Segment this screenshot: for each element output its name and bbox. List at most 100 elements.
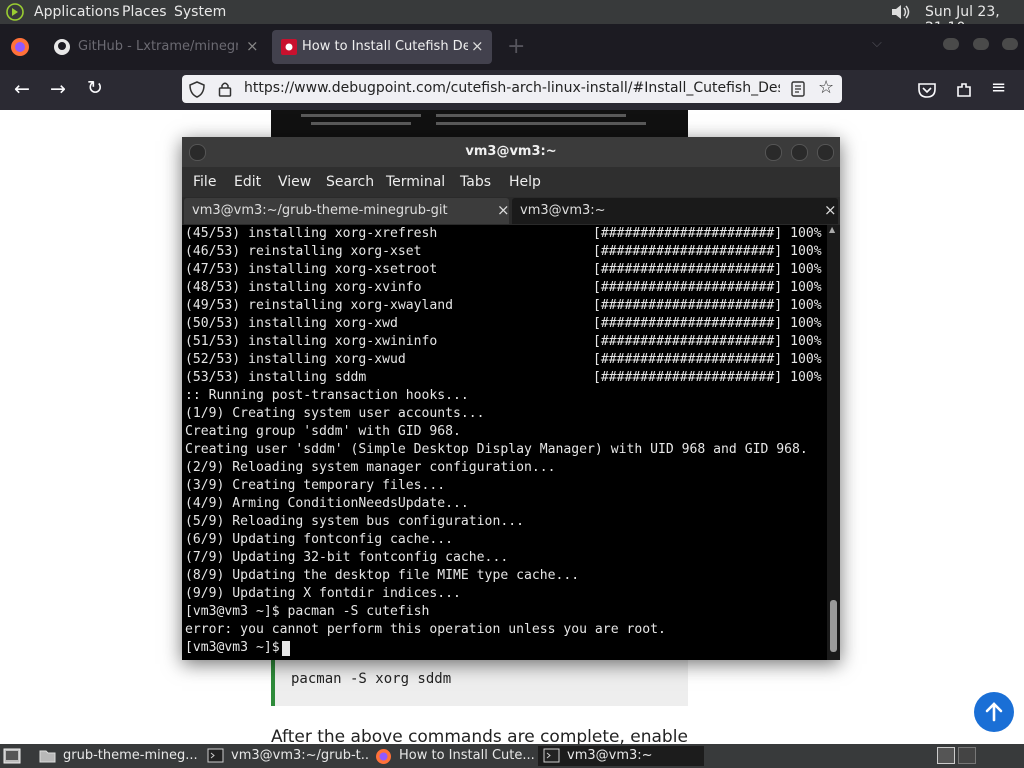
progress-bar-text: [######################] 100% <box>593 280 822 295</box>
volume-icon[interactable] <box>890 3 912 21</box>
menu-icon[interactable]: ≡ <box>991 77 1006 98</box>
close-tab-icon[interactable]: × <box>471 37 484 55</box>
terminal-menubar: File Edit View Search Terminal Tabs Help <box>182 167 840 197</box>
scroll-up-icon[interactable]: ▲ <box>829 225 835 234</box>
taskbar-item-label: vm3@vm3:~/grub-t... <box>231 748 368 763</box>
list-all-tabs-icon[interactable]: ⌵ <box>872 36 882 51</box>
taskbar-item-files[interactable]: grub-theme-mineg... <box>34 746 200 766</box>
lock-icon[interactable] <box>218 81 232 97</box>
close-tab-icon[interactable]: × <box>246 37 259 55</box>
menu-search[interactable]: Search <box>326 174 374 190</box>
terminal-line: (49/53) reinstalling xorg-xwayland <box>185 298 454 313</box>
forward-icon[interactable]: → <box>50 78 66 100</box>
terminal-tab-grub[interactable]: vm3@vm3:~/grub-theme-minegrub-git × <box>184 198 510 224</box>
close-window-icon[interactable] <box>1002 38 1018 50</box>
terminal-line: (7/9) Updating 32-bit fontconfig cache..… <box>185 550 509 565</box>
progress-bar-text: [######################] 100% <box>593 226 822 241</box>
maximize-icon[interactable] <box>791 144 808 161</box>
close-icon[interactable] <box>817 144 834 161</box>
workspace-1-icon[interactable] <box>937 747 955 764</box>
maximize-window-icon[interactable] <box>973 38 989 50</box>
progress-bar-text: [######################] 100% <box>593 244 822 259</box>
menu-view[interactable]: View <box>278 174 311 190</box>
firefox-icon[interactable] <box>10 37 30 57</box>
progress-bar-text: [######################] 100% <box>593 298 822 313</box>
terminal-line: (50/53) installing xorg-xwd <box>185 316 398 331</box>
menu-terminal[interactable]: Terminal <box>386 174 445 190</box>
applications-menu[interactable]: Applications <box>34 4 120 20</box>
article-paragraph: After the above commands are complete, e… <box>271 727 688 744</box>
progress-bar-text: [######################] 100% <box>593 316 822 331</box>
close-tab-icon[interactable]: × <box>497 201 510 219</box>
terminal-line: error: you cannot perform this operation… <box>185 622 666 637</box>
pocket-icon[interactable] <box>917 81 937 99</box>
terminal-titlebar[interactable]: vm3@vm3:~ <box>182 137 840 167</box>
terminal-line: (52/53) installing xorg-xwud <box>185 352 406 367</box>
workspace-2-icon[interactable] <box>958 747 976 764</box>
places-menu[interactable]: Places <box>122 4 167 20</box>
terminal-line: (3/9) Creating temporary files... <box>185 478 446 493</box>
progress-bar-text: [######################] 100% <box>593 334 822 349</box>
back-icon[interactable]: ← <box>14 78 30 100</box>
arrow-up-icon <box>985 702 1003 722</box>
menu-file[interactable]: File <box>193 174 216 190</box>
progress-bar-text: [######################] 100% <box>593 370 822 385</box>
close-tab-icon[interactable]: × <box>824 201 837 219</box>
terminal-line: (9/9) Updating X fontdir indices... <box>185 586 461 601</box>
minimize-icon[interactable] <box>765 144 782 161</box>
url-text[interactable]: https://www.debugpoint.com/cutefish-arch… <box>244 80 780 96</box>
article-paragraph-clip: After the above commands are complete, e… <box>271 727 691 744</box>
terminal-line: (51/53) installing xorg-xwininfo <box>185 334 438 349</box>
menu-tabs[interactable]: Tabs <box>460 174 491 190</box>
scrollbar-thumb[interactable] <box>830 600 837 652</box>
terminal-line: [vm3@vm3 ~]$ <box>185 640 288 655</box>
browser-tab-title: How to Install Cutefish Desk <box>302 39 468 54</box>
debugpoint-favicon-icon <box>281 39 297 55</box>
scroll-to-top-button[interactable] <box>974 692 1014 732</box>
firefox-icon <box>376 749 391 764</box>
terminal-tabbar: vm3@vm3:~/grub-theme-minegrub-git × vm3@… <box>182 197 840 225</box>
new-tab-icon[interactable]: + <box>507 34 525 59</box>
terminal-line: (1/9) Creating system user accounts... <box>185 406 485 421</box>
terminal-icon <box>543 748 560 763</box>
taskbar-item-terminal-home[interactable]: vm3@vm3:~ <box>538 746 704 766</box>
reader-view-icon[interactable] <box>791 81 805 97</box>
terminal-scrollbar[interactable]: ▲ <box>827 225 840 660</box>
system-menu[interactable]: System <box>174 4 226 20</box>
taskbar-item-label: grub-theme-mineg... <box>63 748 198 763</box>
terminal-icon <box>207 748 224 763</box>
terminal-window[interactable]: vm3@vm3:~ File Edit View Search Terminal… <box>182 137 840 660</box>
menu-edit[interactable]: Edit <box>234 174 261 190</box>
progress-bar-text: [######################] 100% <box>593 352 822 367</box>
browser-tab-title: GitHub - Lxtrame/minegrub... <box>78 39 238 54</box>
taskbar-item-label: How to Install Cute... <box>399 748 535 763</box>
menu-help[interactable]: Help <box>509 174 541 190</box>
browser-tab-github[interactable]: GitHub - Lxtrame/minegrub... × <box>44 30 264 64</box>
browser-tab-debugpoint[interactable]: How to Install Cutefish Desk × <box>272 30 492 64</box>
shield-icon[interactable] <box>189 81 205 98</box>
top-panel: Applications Places System Sun Jul 23, 2… <box>0 0 1024 36</box>
distro-logo-icon[interactable] <box>6 3 24 21</box>
taskbar-item-terminal-grub[interactable]: vm3@vm3:~/grub-t... <box>202 746 368 766</box>
taskbar-item-label: vm3@vm3:~ <box>567 748 653 763</box>
extensions-icon[interactable] <box>954 80 974 100</box>
terminal-line: (48/53) installing xorg-xvinfo <box>185 280 422 295</box>
code-command: pacman -S xorg sddm <box>291 671 452 687</box>
reload-icon[interactable]: ↻ <box>87 77 103 99</box>
terminal-output[interactable]: (45/53) installing xorg-xrefresh [#######… <box>182 225 827 660</box>
terminal-line: (8/9) Updating the desktop file MIME typ… <box>185 568 580 583</box>
terminal-line: (47/53) installing xorg-xsetroot <box>185 262 438 277</box>
terminal-line: (6/9) Updating fontconfig cache... <box>185 532 454 547</box>
terminal-line: (4/9) Arming ConditionNeedsUpdate... <box>185 496 469 511</box>
minimize-window-icon[interactable] <box>943 38 959 50</box>
terminal-line: (45/53) installing xorg-xrefresh <box>185 226 438 241</box>
terminal-tab-label: vm3@vm3:~ <box>520 203 606 218</box>
terminal-line: (46/53) reinstalling xorg-xset <box>185 244 422 259</box>
terminal-line: [vm3@vm3 ~]$ pacman -S cutefish <box>185 604 430 619</box>
terminal-tab-home[interactable]: vm3@vm3:~ × <box>512 198 838 224</box>
show-desktop-icon[interactable] <box>3 747 21 765</box>
taskbar-item-firefox[interactable]: How to Install Cute... <box>370 746 536 766</box>
bookmark-star-icon[interactable]: ☆ <box>818 77 834 98</box>
terminal-line: (2/9) Reloading system manager configura… <box>185 460 556 475</box>
bottom-taskbar: grub-theme-mineg... vm3@vm3:~/grub-t... … <box>0 744 1024 768</box>
